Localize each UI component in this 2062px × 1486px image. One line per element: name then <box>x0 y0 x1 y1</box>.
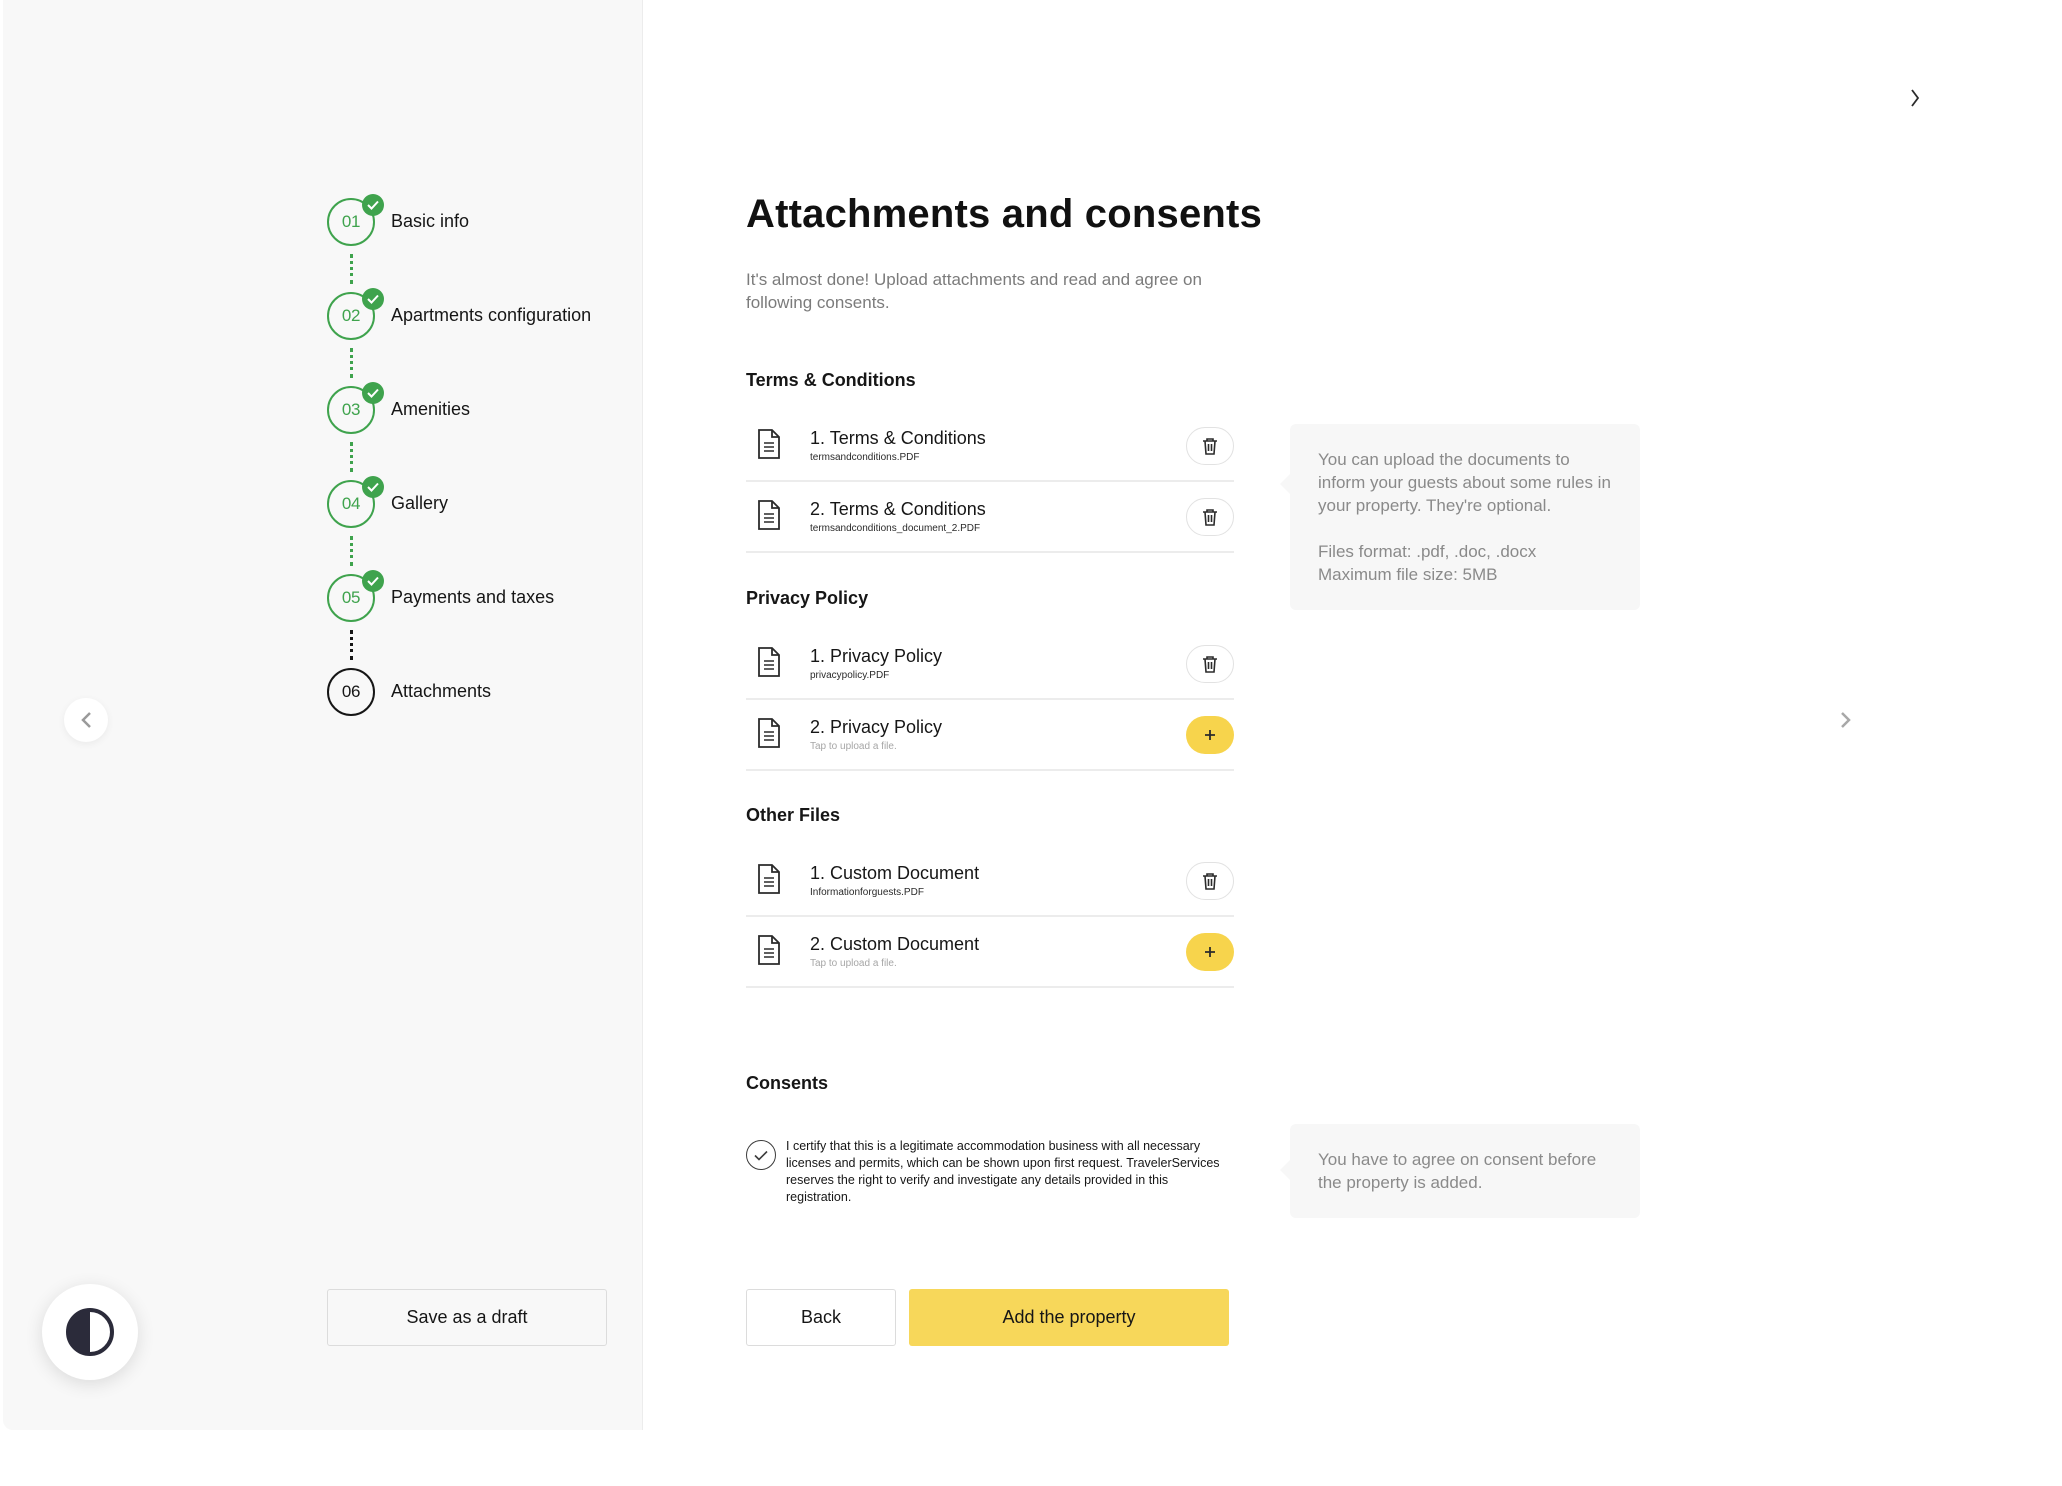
back-button[interactable]: Back <box>746 1289 896 1346</box>
trash-icon <box>1203 438 1217 455</box>
step-connector <box>350 442 353 472</box>
upload-file-button[interactable] <box>1186 933 1234 971</box>
document-icon <box>758 647 780 677</box>
delete-file-button[interactable] <box>1186 427 1234 465</box>
file-name: termsandconditions_document_2.PDF <box>810 523 981 534</box>
trash-icon <box>1203 873 1217 890</box>
add-property-button[interactable]: Add the property <box>909 1289 1229 1346</box>
plus-icon <box>1205 947 1215 957</box>
page-subtitle: It's almost done! Upload attachments and… <box>746 270 1202 312</box>
document-icon <box>758 935 780 965</box>
file-name: privacypolicy.PDF <box>810 670 890 681</box>
consent-checkbox[interactable] <box>746 1140 776 1170</box>
document-icon <box>758 429 780 459</box>
step-connector <box>350 254 353 284</box>
file-title: 2. Privacy Policy <box>810 717 943 737</box>
section-title-privacy: Privacy Policy <box>746 588 869 608</box>
step-connector <box>350 348 353 378</box>
step-connector <box>350 630 353 660</box>
file-format-info: Files format: .pdf, .doc, .docx <box>1318 542 1537 561</box>
section-title-other-files: Other Files <box>746 805 841 825</box>
check-icon <box>362 288 384 310</box>
document-icon <box>758 864 780 894</box>
file-title: 1. Privacy Policy <box>810 646 943 666</box>
step-label: Basic info <box>391 211 470 231</box>
step-label: Amenities <box>391 399 471 419</box>
file-row: 1. Terms & Conditions termsandconditions… <box>746 412 1234 482</box>
check-icon <box>362 476 384 498</box>
chevron-left-icon <box>81 712 91 728</box>
upload-info-text: You can upload the documents to inform y… <box>1318 450 1611 515</box>
consent-info-text: You have to agree on consent before the … <box>1318 1150 1597 1192</box>
consent-info-tooltip: You have to agree on consent before the … <box>1280 1124 1640 1218</box>
step-label: Payments and taxes <box>391 587 555 607</box>
file-title: 2. Custom Document <box>810 934 980 954</box>
section-title-terms: Terms & Conditions <box>746 370 916 390</box>
step-connector <box>350 536 353 566</box>
document-icon <box>758 500 780 530</box>
file-row: 1. Privacy Policy privacypolicy.PDF <box>746 630 1234 700</box>
contrast-icon <box>66 1308 114 1356</box>
file-title: 2. Terms & Conditions <box>810 499 986 519</box>
trash-icon <box>1203 656 1217 673</box>
chevron-right-icon <box>1841 712 1851 728</box>
previous-arrow[interactable] <box>64 698 108 742</box>
upload-hint: Tap to upload a file. <box>810 958 897 969</box>
file-name: termsandconditions.PDF <box>810 452 920 463</box>
document-icon <box>758 718 780 748</box>
step-label: Attachments <box>391 681 492 701</box>
file-title: 1. Custom Document <box>810 863 980 883</box>
consent-text: I certify that this is a legitimate acco… <box>786 1139 1220 1204</box>
check-icon <box>362 570 384 592</box>
trash-icon <box>1203 509 1217 526</box>
plus-icon <box>1205 730 1215 740</box>
file-title: 1. Terms & Conditions <box>810 428 986 448</box>
next-arrow[interactable] <box>1824 698 1868 742</box>
file-row: 2. Privacy Policy Tap to upload a file. <box>746 701 1234 771</box>
file-row: 2. Custom Document Tap to upload a file. <box>746 918 1234 988</box>
collapse-arrow[interactable] <box>1900 76 1930 120</box>
max-size-info: Maximum file size: 5MB <box>1318 565 1498 584</box>
check-icon <box>362 194 384 216</box>
section-title-consents: Consents <box>746 1073 829 1093</box>
file-row: 2. Terms & Conditions termsandconditions… <box>746 483 1234 553</box>
step-label: Gallery <box>391 493 449 513</box>
save-draft-button[interactable]: Save as a draft <box>327 1289 607 1346</box>
theme-toggle-button[interactable] <box>42 1284 138 1380</box>
delete-file-button[interactable] <box>1186 862 1234 900</box>
chevron-right-icon <box>1911 89 1920 107</box>
upload-info-tooltip: You can upload the documents to inform y… <box>1280 424 1640 610</box>
file-row: 1. Custom Document Informationforguests.… <box>746 847 1234 917</box>
upload-hint: Tap to upload a file. <box>810 741 897 752</box>
step-number: 06 <box>327 668 375 716</box>
delete-file-button[interactable] <box>1186 645 1234 683</box>
page-title: Attachments and consents <box>746 192 1263 236</box>
upload-file-button[interactable] <box>1186 716 1234 754</box>
step-label: Apartments configuration <box>391 305 592 325</box>
check-icon <box>362 382 384 404</box>
check-icon <box>754 1150 768 1161</box>
file-name: Informationforguests.PDF <box>810 887 924 898</box>
delete-file-button[interactable] <box>1186 498 1234 536</box>
